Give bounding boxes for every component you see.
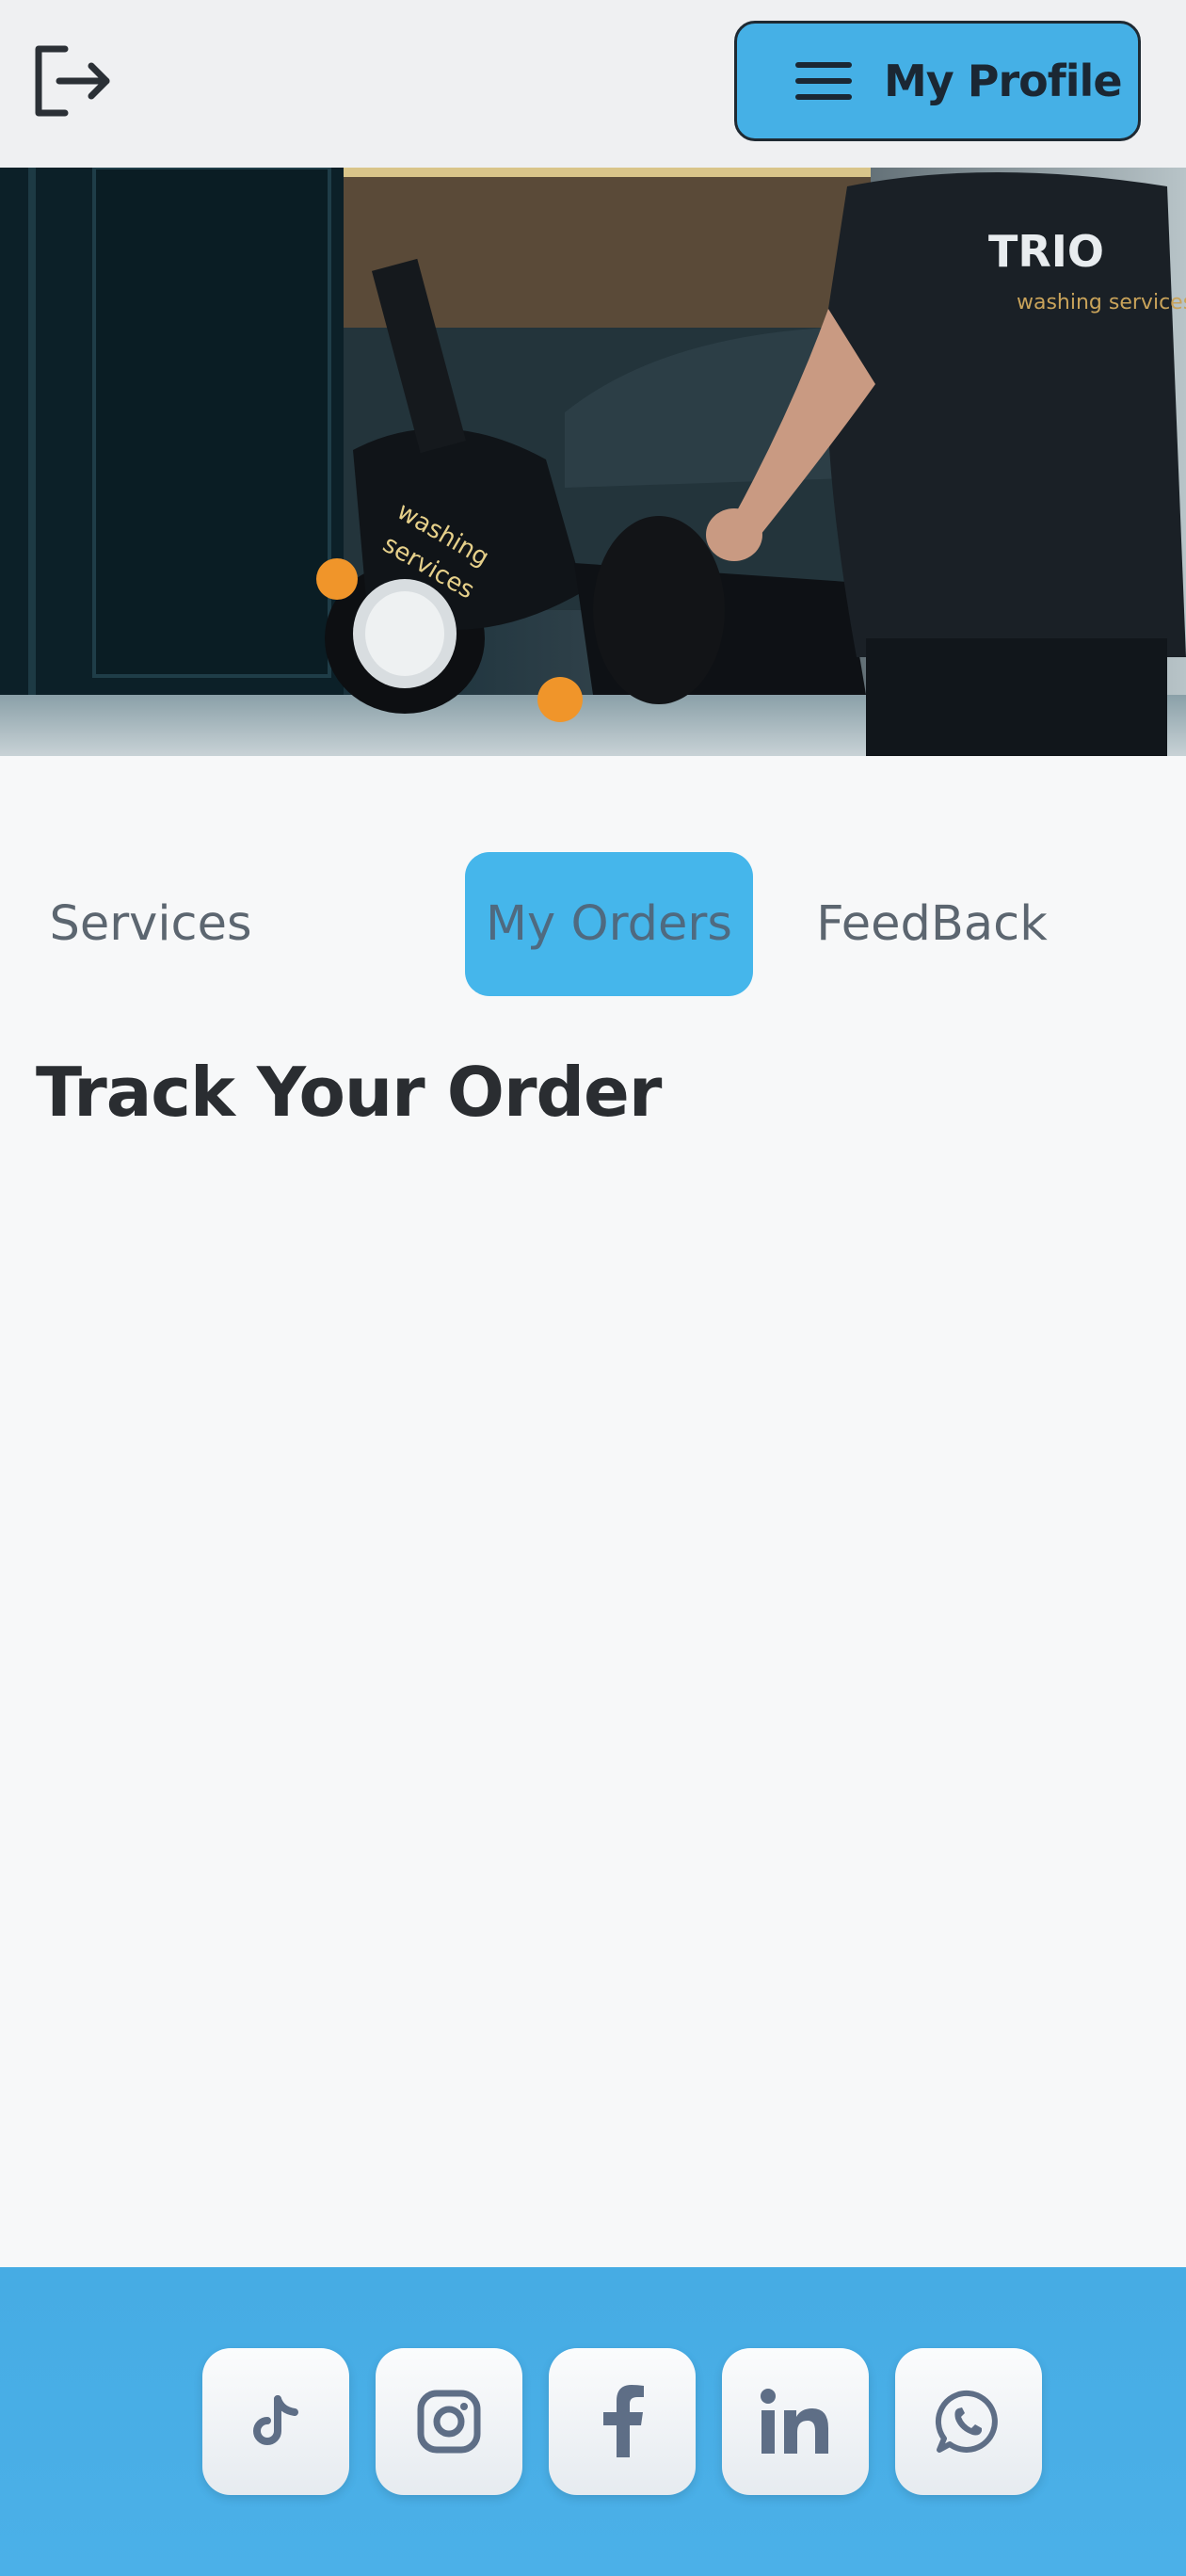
my-profile-label: My Profile [884, 56, 1123, 106]
tiktok-icon [253, 2395, 298, 2445]
hamburger-menu-icon [793, 58, 854, 104]
tab-feedback[interactable]: FeedBack [809, 852, 1054, 996]
app-header: My Profile [0, 0, 1186, 168]
whatsapp-button[interactable] [895, 2348, 1042, 2495]
instagram-icon [417, 2390, 481, 2454]
facebook-button[interactable] [549, 2348, 696, 2495]
my-profile-button[interactable]: My Profile [734, 21, 1141, 141]
linkedin-icon [761, 2389, 828, 2454]
page-title: Track Your Order [36, 1053, 662, 1132]
logout-icon [35, 45, 110, 117]
svg-text:washing services: washing services [1017, 291, 1186, 314]
linkedin-button[interactable] [722, 2348, 869, 2495]
tab-bar: Services My Orders FeedBack [0, 852, 1186, 998]
svg-text:TRIO: TRIO [988, 226, 1104, 277]
tab-services[interactable]: Services [28, 852, 273, 996]
tiktok-button[interactable] [202, 2348, 349, 2495]
facebook-icon [603, 2385, 644, 2457]
tab-my-orders[interactable]: My Orders [465, 852, 753, 996]
hero-banner-image: washing services TRIO washing services [0, 168, 1186, 756]
whatsapp-icon [936, 2390, 998, 2453]
logout-button[interactable] [26, 40, 117, 122]
instagram-button[interactable] [376, 2348, 522, 2495]
